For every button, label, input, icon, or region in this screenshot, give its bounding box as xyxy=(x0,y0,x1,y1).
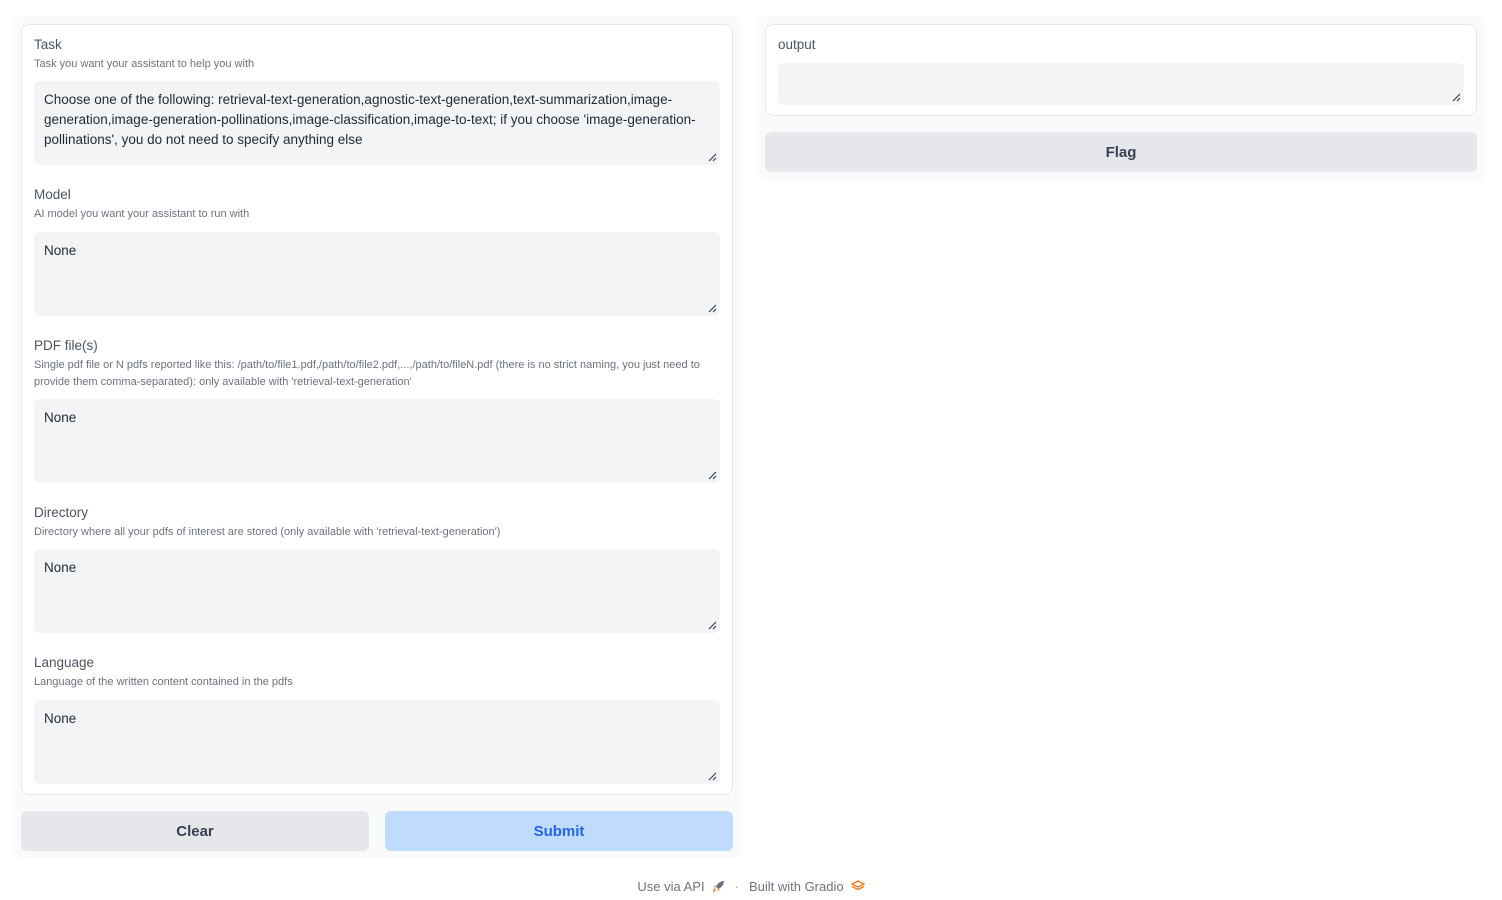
model-info: AI model you want your assistant to run … xyxy=(34,208,250,220)
footer-separator: · xyxy=(734,878,739,894)
flag-button[interactable]: Flag xyxy=(765,132,1477,172)
output-textarea[interactable] xyxy=(778,63,1464,105)
gradio-logo-icon xyxy=(850,880,865,891)
task-label: Task xyxy=(34,37,62,52)
footer: Use via API · Built with Gradio xyxy=(0,877,1502,895)
input-form: Task Task you want your assistant to hel… xyxy=(21,24,733,795)
clear-button[interactable]: Clear xyxy=(21,811,369,851)
pdf-files-value: None xyxy=(44,410,77,425)
input-column: Task Task you want your assistant to hel… xyxy=(13,16,741,858)
pdf-files-info: Single pdf file or N pdfs reported like … xyxy=(34,359,700,388)
rocket-icon xyxy=(712,880,724,892)
resize-handle-icon[interactable] xyxy=(1451,92,1461,102)
task-info: Task you want your assistant to help you… xyxy=(34,58,255,70)
use-via-api-link[interactable]: Use via API xyxy=(637,879,724,894)
directory-label: Directory xyxy=(34,505,89,520)
resize-handle-icon[interactable] xyxy=(707,152,717,162)
resize-handle-icon[interactable] xyxy=(707,620,717,630)
output-column: output Flag xyxy=(757,16,1485,180)
resize-handle-icon[interactable] xyxy=(707,303,717,313)
directory-textarea[interactable]: None xyxy=(34,549,720,633)
language-value: None xyxy=(44,711,77,726)
output-label: output xyxy=(778,37,816,52)
pdf-files-label: PDF file(s) xyxy=(34,338,98,353)
model-label: Model xyxy=(34,187,71,202)
use-via-api-label: Use via API xyxy=(637,878,705,894)
resize-handle-icon[interactable] xyxy=(707,771,717,781)
built-with-gradio-link[interactable]: Built with Gradio xyxy=(749,879,865,894)
pdf-files-textarea[interactable]: None xyxy=(34,399,720,483)
submit-button[interactable]: Submit xyxy=(385,811,733,851)
directory-info: Directory where all your pdfs of interes… xyxy=(34,526,501,538)
resize-handle-icon[interactable] xyxy=(707,470,717,480)
task-textarea[interactable]: Choose one of the following: retrieval-t… xyxy=(34,81,720,165)
language-textarea[interactable]: None xyxy=(34,700,720,784)
model-value: None xyxy=(44,243,77,258)
gradio-app: Task Task you want your assistant to hel… xyxy=(0,0,1502,900)
task-value: Choose one of the following: retrieval-t… xyxy=(44,92,696,147)
language-info: Language of the written content containe… xyxy=(34,676,293,688)
output-box: output xyxy=(765,24,1477,116)
built-with-gradio-label: Built with Gradio xyxy=(748,878,844,894)
directory-value: None xyxy=(44,560,77,575)
language-label: Language xyxy=(34,655,95,670)
model-textarea[interactable]: None xyxy=(34,232,720,316)
